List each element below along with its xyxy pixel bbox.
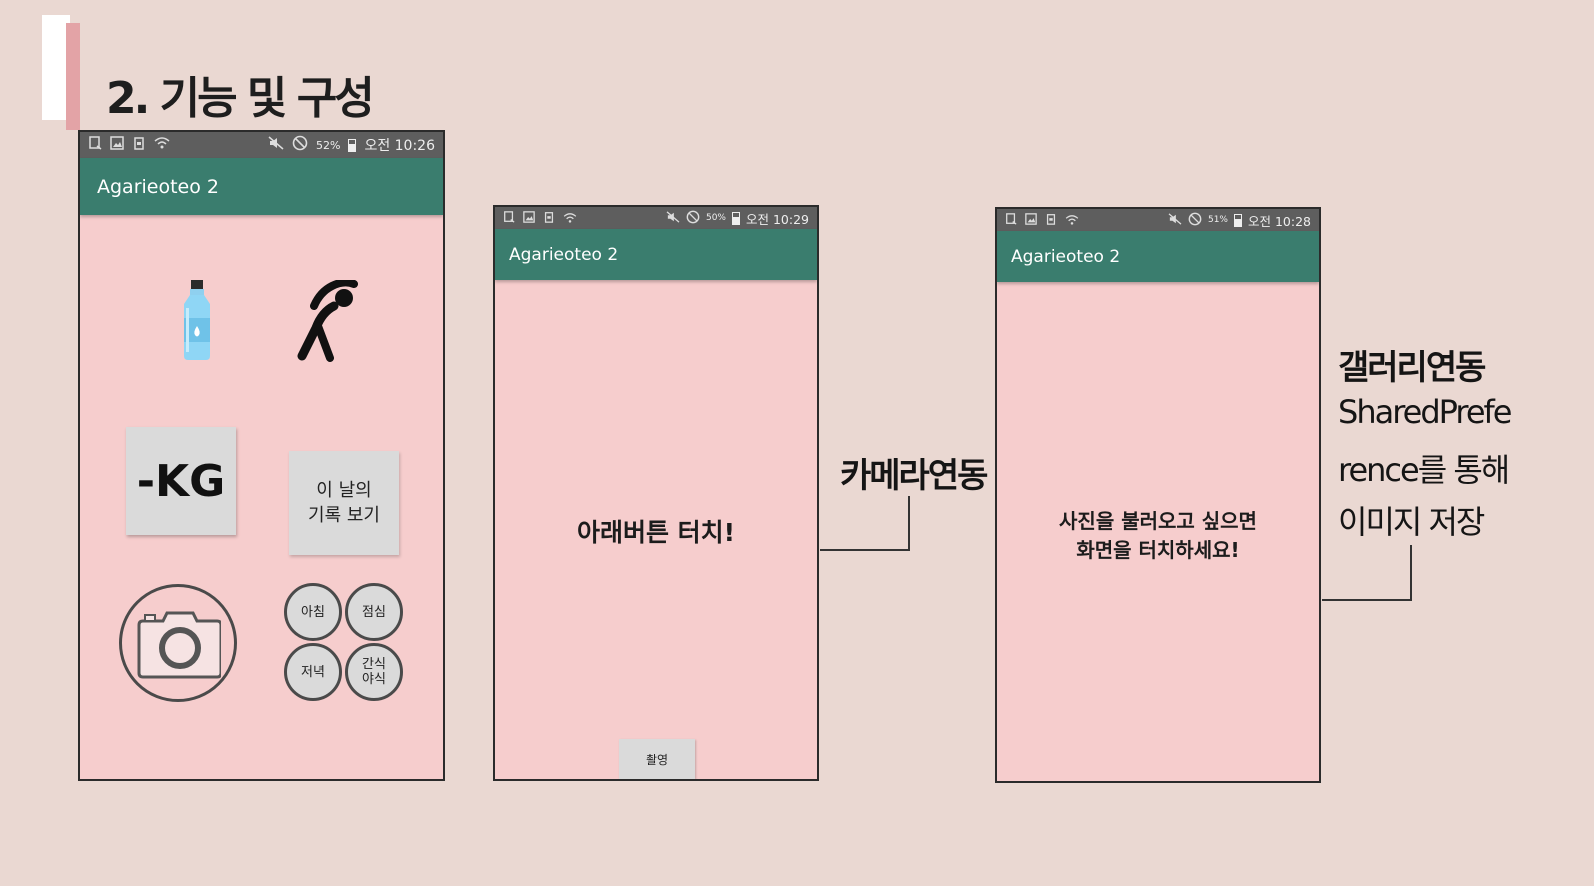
status-bar: 52% 오전 10:26 xyxy=(80,132,443,158)
gallery-callout-1: 갤러리연동 xyxy=(1338,348,1486,388)
stretching-person-icon[interactable] xyxy=(294,278,360,366)
battery-icon xyxy=(1234,213,1242,227)
image-icon xyxy=(1025,212,1037,228)
blocked-icon xyxy=(1188,212,1202,229)
notification-icon xyxy=(503,210,515,226)
gallery-instruction-line2: 화면을 터치하세요! xyxy=(1076,538,1240,562)
battery-percent: 50% xyxy=(705,213,726,223)
wifi-icon xyxy=(563,211,577,226)
blocked-icon xyxy=(686,210,700,227)
clipboard-icon xyxy=(1045,213,1057,228)
gallery-instruction-line1: 사진을 불러오고 싶으면 xyxy=(1059,509,1257,533)
gallery-callout-3: rence를 통해 xyxy=(1338,451,1510,489)
view-daily-record-button[interactable]: 이 날의 기록 보기 xyxy=(289,451,399,555)
breakfast-button[interactable]: 아침 xyxy=(284,583,342,641)
title-accent-pink xyxy=(66,23,80,130)
wifi-icon xyxy=(154,137,170,153)
notification-icon xyxy=(88,136,102,154)
blocked-icon xyxy=(292,135,308,155)
wifi-icon xyxy=(1065,213,1079,228)
status-bar: 50% 오전 10:29 xyxy=(495,207,817,229)
battery-icon xyxy=(732,211,740,225)
battery-percent: 51% xyxy=(1207,215,1228,225)
status-time: 오전 10:29 xyxy=(746,211,809,227)
status-bar: 51% 오전 10:28 xyxy=(997,209,1319,231)
app-bar: Agarieoteo 2 xyxy=(495,229,817,280)
app-title: Agarieoteo 2 xyxy=(509,244,619,265)
image-icon xyxy=(110,136,124,154)
battery-percent: 52% xyxy=(315,138,341,152)
clipboard-icon xyxy=(132,136,146,154)
battery-icon xyxy=(348,138,357,152)
gallery-callout-line-v xyxy=(1410,545,1412,601)
mute-icon xyxy=(1168,212,1182,228)
mute-icon xyxy=(268,136,284,154)
app-title: Agarieoteo 2 xyxy=(97,175,219,198)
gallery-callout-4: 이미지 저장 xyxy=(1338,503,1485,541)
status-time: 오전 10:28 xyxy=(1248,213,1311,229)
instruction-text: 아래버튼 터치! xyxy=(576,518,736,547)
water-bottle-icon[interactable] xyxy=(178,278,216,366)
camera-callout-line-h xyxy=(820,549,910,551)
mute-icon xyxy=(666,210,680,226)
status-time: 오전 10:26 xyxy=(364,138,435,154)
gallery-callout-2: SharedPrefe xyxy=(1338,393,1512,431)
lunch-button[interactable]: 점심 xyxy=(345,583,403,641)
app-bar: Agarieoteo 2 xyxy=(997,231,1319,282)
gallery-callout-line-h xyxy=(1322,599,1412,601)
app-title: Agarieoteo 2 xyxy=(1011,246,1121,267)
phone-camera-screen: 50% 오전 10:29 Agarieoteo 2 아래버튼 터치! 촬영 xyxy=(493,205,819,781)
phone-main-screen: 52% 오전 10:26 Agarieoteo 2 -KG 이 날의 기록 보기 xyxy=(78,130,445,781)
camera-button[interactable] xyxy=(119,584,237,702)
weight-button[interactable]: -KG xyxy=(126,427,236,535)
image-icon xyxy=(523,210,535,226)
camera-callout: 카메라연동 xyxy=(840,456,988,496)
clipboard-icon xyxy=(543,211,555,226)
app-bar: Agarieoteo 2 xyxy=(80,158,443,215)
capture-button[interactable]: 촬영 xyxy=(619,739,695,779)
snack-button[interactable]: 간식 야식 xyxy=(345,643,403,701)
camera-icon xyxy=(137,607,223,683)
dinner-button[interactable]: 저녁 xyxy=(284,643,342,701)
slide-title: 2. 기능 및 구성 xyxy=(106,73,375,124)
phone-gallery-screen[interactable]: 51% 오전 10:28 Agarieoteo 2 사진을 불러오고 싶으면 화… xyxy=(995,207,1321,783)
camera-callout-line-v xyxy=(908,496,910,551)
notification-icon xyxy=(1005,212,1017,228)
